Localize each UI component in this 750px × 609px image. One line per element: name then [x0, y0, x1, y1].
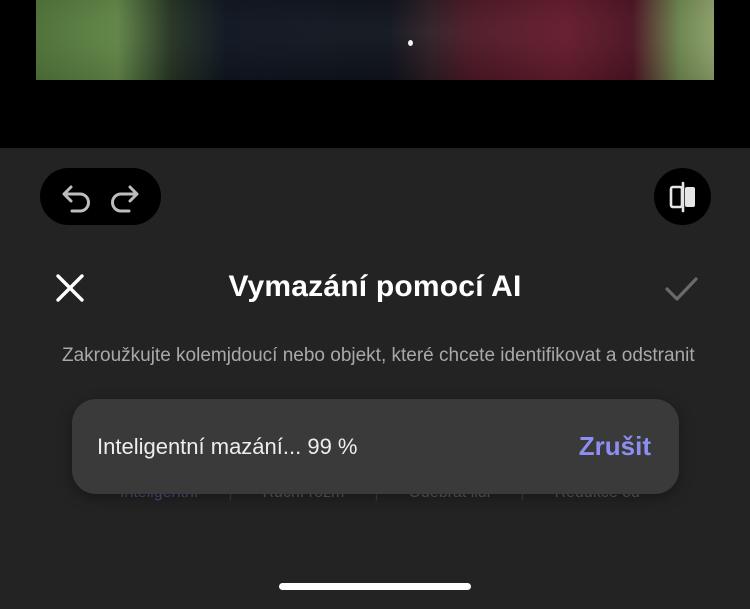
cancel-button[interactable]: Zrušit: [579, 431, 651, 462]
redo-button[interactable]: [104, 177, 144, 217]
check-icon: [665, 277, 698, 301]
progress-message: Inteligentní mazání... 99 %: [97, 433, 358, 459]
undo-button[interactable]: [57, 177, 97, 217]
progress-toast: Inteligentní mazání... 99 % Zrušit: [72, 399, 679, 494]
redo-icon: [110, 185, 139, 212]
undo-icon: [62, 185, 91, 212]
compare-icon: [669, 181, 695, 212]
instruction-text: Zakroužkujte kolemjdoucí nebo objekt, kt…: [62, 345, 695, 366]
photo-preview: [36, 0, 714, 80]
compare-button[interactable]: [654, 168, 711, 225]
close-icon: [56, 274, 84, 302]
photo-preview-area: [0, 0, 750, 148]
close-button[interactable]: [50, 268, 90, 308]
confirm-button[interactable]: [660, 268, 702, 310]
undo-redo-group: [40, 168, 161, 225]
page-title: Vymazání pomocí AI: [228, 270, 522, 303]
home-indicator[interactable]: [279, 583, 471, 590]
